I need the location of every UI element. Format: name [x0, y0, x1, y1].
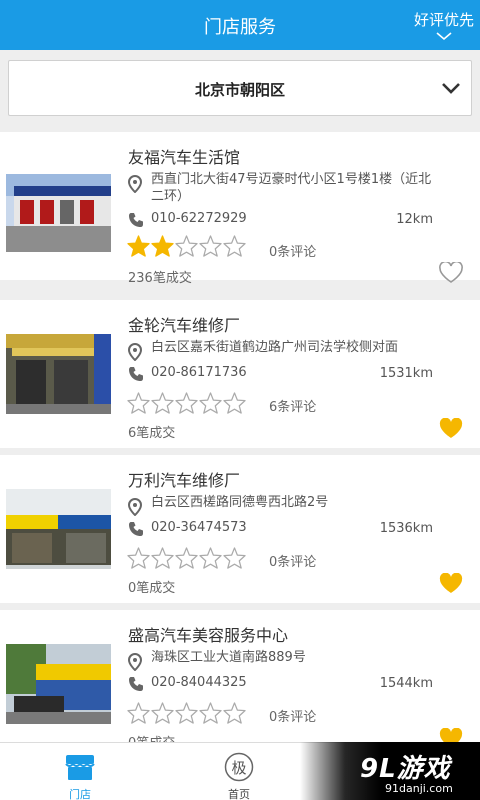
- deal-count: 236笔成交: [128, 271, 192, 286]
- star-empty-icon: [223, 235, 246, 257]
- store-photo: [6, 174, 111, 254]
- location-pin-icon: [128, 175, 142, 193]
- review-count: 0条评论: [269, 555, 317, 570]
- location-pin-icon: [128, 343, 142, 361]
- storefront-icon: [65, 755, 95, 780]
- chevron-down-icon: [442, 83, 460, 94]
- tab-store-label: 门店: [69, 788, 91, 800]
- star-empty-icon: [127, 392, 150, 414]
- star-empty-icon: [127, 547, 150, 569]
- store-phone[interactable]: 020-84044325: [151, 675, 247, 690]
- app-header: 门店服务 好评优先: [0, 0, 480, 50]
- location-pin-icon: [128, 653, 142, 671]
- star-empty-icon: [199, 235, 222, 257]
- store-photo: [6, 334, 111, 414]
- store-card[interactable]: 友福汽车生活馆 西直门北大街47号迈豪时代小区1号楼1楼（近北二环） 010-6…: [0, 132, 480, 286]
- review-count: 6条评论: [269, 400, 317, 415]
- phone-icon: [129, 677, 143, 691]
- star-empty-icon: [151, 702, 174, 724]
- star-empty-icon: [151, 547, 174, 569]
- tab-store[interactable]: 门店: [30, 743, 130, 800]
- store-photo: [6, 489, 111, 569]
- tab-home[interactable]: 极 首页: [189, 743, 289, 800]
- store-name: 金轮汽车维修厂: [128, 316, 241, 335]
- star-empty-icon: [223, 702, 246, 724]
- store-address: 白云区嘉禾街道鹤边路广州司法学校侧对面: [151, 340, 399, 355]
- store-card[interactable]: 万利汽车维修厂 白云区西槎路同德粤西北路2号 020-36474573 1536…: [0, 455, 480, 603]
- store-distance: 1531km: [379, 366, 433, 381]
- deal-count: 0笔成交: [128, 581, 176, 596]
- store-address: 白云区西槎路同德粤西北路2号: [151, 495, 329, 510]
- store-card[interactable]: 金轮汽车维修厂 白云区嘉禾街道鹤边路广州司法学校侧对面 020-86171736…: [0, 300, 480, 448]
- store-distance: 1544km: [379, 676, 433, 691]
- rating-stars: [127, 235, 246, 257]
- star-empty-icon: [175, 547, 198, 569]
- watermark-text: 9L游戏: [360, 754, 451, 784]
- sort-label: 好评优先: [413, 11, 474, 29]
- phone-icon: [129, 367, 143, 381]
- rating-stars: [127, 702, 246, 724]
- tab-home-label: 首页: [228, 788, 250, 800]
- city-value: 北京市朝阳区: [194, 81, 285, 99]
- store-address: 西直门北大街47号迈豪时代小区1号楼1楼（近北二环）: [151, 172, 432, 204]
- chevron-down-icon: [436, 32, 452, 41]
- store-distance: 12km: [396, 212, 433, 227]
- favorite-heart-outline-icon[interactable]: [439, 262, 463, 283]
- review-count: 0条评论: [269, 710, 317, 725]
- watermark-logo: 9L游戏 91danji.com: [300, 742, 480, 800]
- favorite-heart-filled-icon[interactable]: [439, 418, 463, 439]
- page-title: 门店服务: [204, 17, 276, 38]
- star-filled-icon: [151, 235, 174, 257]
- rating-stars: [127, 392, 246, 414]
- phone-icon: [129, 213, 143, 227]
- store-name: 万利汽车维修厂: [128, 471, 241, 490]
- phone-icon: [129, 522, 143, 536]
- store-name: 友福汽车生活馆: [128, 148, 241, 167]
- store-photo: [6, 644, 111, 724]
- star-empty-icon: [175, 702, 198, 724]
- star-empty-icon: [199, 392, 222, 414]
- deal-count: 6笔成交: [128, 426, 176, 441]
- star-empty-icon: [199, 547, 222, 569]
- review-count: 0条评论: [269, 245, 317, 260]
- star-empty-icon: [223, 392, 246, 414]
- star-empty-icon: [127, 702, 150, 724]
- star-empty-icon: [175, 235, 198, 257]
- store-phone[interactable]: 020-36474573: [151, 520, 247, 535]
- sort-dropdown[interactable]: 好评优先: [414, 9, 474, 41]
- rating-stars: [127, 547, 246, 569]
- location-pin-icon: [128, 498, 142, 516]
- store-address: 海珠区工业大道南路889号: [151, 650, 306, 665]
- star-empty-icon: [199, 702, 222, 724]
- store-distance: 1536km: [379, 521, 433, 536]
- store-card[interactable]: 盛高汽车美容服务中心 海珠区工业大道南路889号 020-84044325 15…: [0, 610, 480, 758]
- star-empty-icon: [151, 392, 174, 414]
- city-selector[interactable]: 北京市朝阳区: [8, 60, 472, 116]
- star-empty-icon: [223, 547, 246, 569]
- favorite-heart-filled-icon[interactable]: [439, 573, 463, 594]
- store-phone[interactable]: 020-86171736: [151, 365, 247, 380]
- home-icon-glyph: 极: [231, 759, 247, 777]
- store-name: 盛高汽车美容服务中心: [128, 626, 289, 645]
- watermark-url: 91danji.com: [385, 782, 453, 795]
- star-empty-icon: [175, 392, 198, 414]
- star-filled-icon: [127, 235, 150, 257]
- store-phone[interactable]: 010-62272929: [151, 211, 247, 226]
